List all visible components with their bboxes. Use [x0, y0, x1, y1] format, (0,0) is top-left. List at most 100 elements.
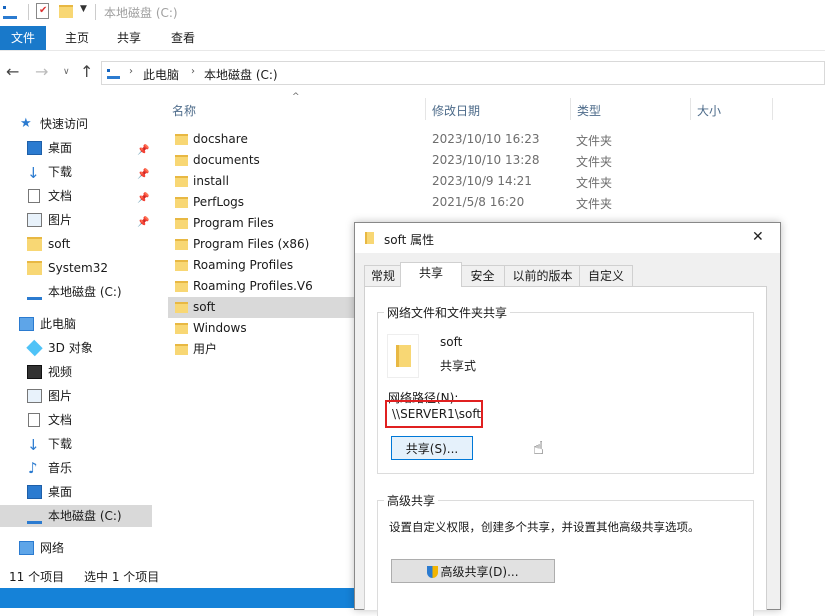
sort-up-icon: ^ [292, 92, 300, 102]
pin-icon[interactable]: 📌 [137, 212, 149, 234]
table-row[interactable]: documents [168, 150, 355, 171]
sidebar-item-3d-objects[interactable]: 3D 对象 [0, 337, 152, 359]
close-icon[interactable]: ✕ [752, 229, 764, 245]
sidebar-item-music[interactable]: ♪ 音乐 [0, 457, 152, 479]
column-header-size[interactable]: 大小 [697, 102, 721, 119]
sidebar-item-videos[interactable]: 视频 [0, 361, 152, 383]
column-header-type[interactable]: 类型 [577, 102, 601, 119]
forward-icon[interactable]: → [35, 62, 48, 81]
table-row[interactable]: Roaming Profiles.V6 [168, 276, 355, 297]
sidebar-item-pictures-pc[interactable]: 图片 [0, 385, 152, 407]
document-icon [28, 189, 40, 203]
folder-icon [175, 302, 188, 313]
tab-customize[interactable]: 自定义 [579, 265, 633, 288]
tab-view[interactable]: 查看 [162, 26, 204, 50]
type-cell: 文件夹 [576, 134, 613, 148]
drive-icon [3, 6, 17, 19]
chevron-down-icon[interactable]: ▼ [80, 4, 87, 14]
pin-icon[interactable]: 📌 [137, 188, 149, 210]
sidebar-item-desktop-pc[interactable]: 桌面 [0, 481, 152, 503]
date-cell: 2023/10/10 13:28 [432, 153, 540, 167]
dialog-title-bar: soft 属性 ✕ [355, 223, 780, 253]
drive-icon [27, 289, 42, 300]
type-cell: 文件夹 [576, 176, 613, 190]
sidebar-item-local-disk-pc[interactable]: 本地磁盘 (C:) [0, 505, 152, 527]
column-header-name[interactable]: 名称 [172, 102, 196, 119]
pin-icon[interactable]: 📌 [137, 164, 149, 186]
back-icon[interactable]: ← [6, 62, 19, 81]
folder-icon [27, 261, 42, 275]
sidebar-item-desktop[interactable]: 桌面 📌 [0, 137, 152, 159]
tab-file[interactable]: 文件 [0, 26, 46, 50]
properties-icon[interactable]: ✔ [36, 3, 49, 19]
folder-name: soft [440, 335, 463, 349]
tab-sharing[interactable]: 共享 [400, 262, 462, 287]
column-divider[interactable] [690, 98, 691, 120]
sidebar-item-downloads[interactable]: ↓ 下载 📌 [0, 161, 152, 183]
group-title: 网络文件和文件夹共享 [384, 304, 511, 321]
column-divider[interactable] [425, 98, 426, 120]
advanced-sharing-group: 高级共享 设置自定义权限，创建多个共享，并设置其他高级共享选项。 高级共享(D)… [377, 492, 754, 616]
cube-icon [26, 339, 43, 357]
sidebar-item-documents[interactable]: 文档 📌 [0, 185, 152, 207]
sidebar-this-pc[interactable]: 此电脑 [0, 313, 152, 335]
up-icon[interactable]: ↑ [80, 62, 93, 81]
table-row[interactable]: Program Files (x86) [168, 234, 355, 255]
column-divider[interactable] [570, 98, 571, 120]
download-arrow-icon: ↓ [27, 436, 40, 454]
tab-general[interactable]: 常规 [364, 265, 402, 288]
tab-share[interactable]: 共享 [108, 26, 150, 50]
table-row-selected[interactable]: soft [168, 297, 355, 318]
table-row[interactable]: Program Files [168, 213, 355, 234]
pin-icon[interactable]: 📌 [137, 140, 149, 162]
column-divider[interactable] [772, 98, 773, 120]
column-header-date[interactable]: 修改日期 [432, 102, 480, 119]
network-path-value[interactable]: \\SERVER1\soft [392, 407, 481, 421]
folder-icon [175, 218, 188, 229]
window-title: 本地磁盘 (C:) [104, 6, 178, 20]
share-button[interactable]: 共享(S)... [391, 436, 473, 460]
date-cell: 2023/10/9 14:21 [432, 174, 532, 188]
desktop-icon [27, 485, 42, 499]
address-box[interactable]: › 此电脑 › 本地磁盘 (C:) [101, 61, 825, 85]
document-icon [28, 413, 40, 427]
chevron-right-icon[interactable]: › [129, 66, 133, 77]
table-row[interactable]: PerfLogs [168, 192, 355, 213]
folder-icon [175, 155, 188, 166]
table-row[interactable]: Roaming Profiles [168, 255, 355, 276]
drive-icon [27, 513, 42, 524]
table-row[interactable]: docshare [168, 129, 355, 150]
new-folder-icon[interactable] [59, 5, 73, 18]
item-count: 11 个项目 [9, 570, 65, 584]
chevron-right-icon[interactable]: › [191, 66, 195, 77]
sidebar-item-pictures[interactable]: 图片 📌 [0, 209, 152, 231]
sidebar-item-downloads-pc[interactable]: ↓ 下载 [0, 433, 152, 455]
taskbar [0, 588, 355, 608]
breadcrumb-this-pc[interactable]: 此电脑 [143, 66, 179, 83]
group-title: 高级共享 [384, 492, 439, 509]
dialog-title: soft 属性 [384, 233, 435, 247]
sidebar-item-soft[interactable]: soft [0, 233, 152, 255]
desktop-icon [27, 141, 42, 155]
sidebar-network[interactable]: 网络 [0, 537, 152, 559]
table-row[interactable]: Windows [168, 318, 355, 339]
picture-icon [27, 389, 42, 403]
advanced-description: 设置自定义权限，创建多个共享，并设置其他高级共享选项。 [389, 520, 700, 534]
sidebar-quick-access[interactable]: ★ 快速访问 [0, 113, 152, 135]
breadcrumb-drive[interactable]: 本地磁盘 (C:) [204, 66, 278, 83]
selected-count: 选中 1 个项目 [84, 570, 160, 584]
table-row[interactable]: 用户 [168, 339, 355, 360]
table-row[interactable]: install [168, 171, 355, 192]
date-cell: 2021/5/8 16:20 [432, 195, 525, 209]
sidebar-item-documents-pc[interactable]: 文档 [0, 409, 152, 431]
sidebar-item-system32[interactable]: System32 [0, 257, 152, 279]
advanced-sharing-button[interactable]: 高级共享(D)... [391, 559, 555, 583]
recent-chevron-icon[interactable]: ∨ [63, 67, 70, 77]
folder-icon [175, 197, 188, 208]
tab-security[interactable]: 安全 [459, 265, 506, 288]
tab-home[interactable]: 主页 [56, 26, 98, 50]
folder-icon [396, 345, 411, 367]
sidebar-item-local-disk[interactable]: 本地磁盘 (C:) [0, 281, 152, 303]
tab-previous-versions[interactable]: 以前的版本 [504, 265, 581, 288]
folder-icon [175, 239, 188, 250]
